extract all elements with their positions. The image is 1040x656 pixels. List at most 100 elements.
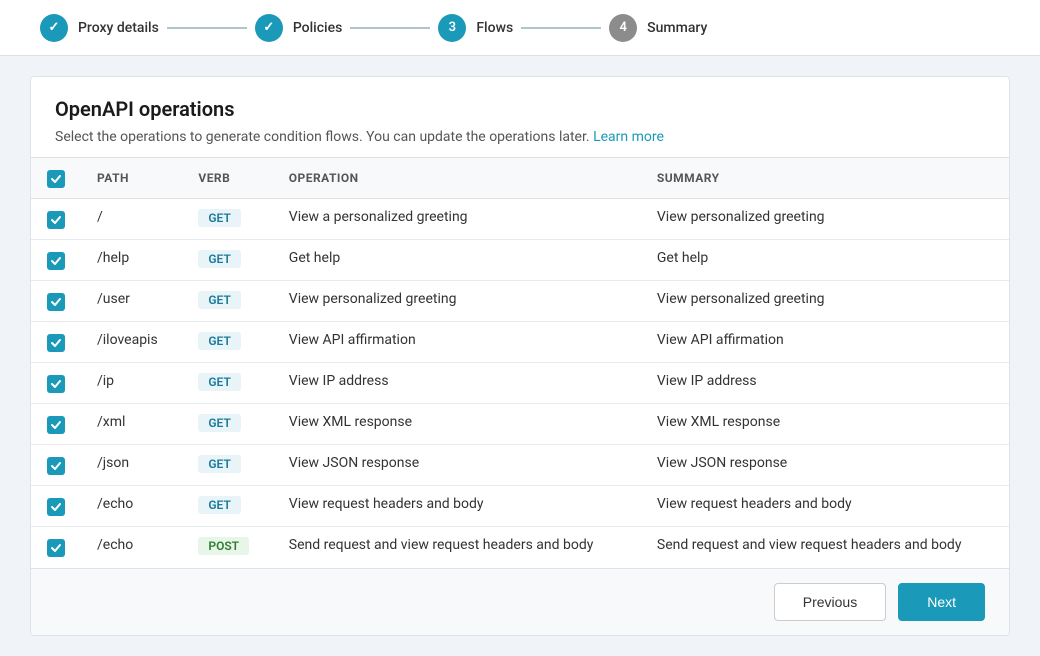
step-connector-2	[350, 27, 430, 29]
row-operation: View a personalized greeting	[273, 199, 641, 240]
row-checkbox-cell	[31, 404, 81, 445]
row-summary: View IP address	[641, 363, 1009, 404]
row-path: /user	[81, 281, 182, 322]
row-checkbox-1[interactable]	[47, 252, 65, 270]
table-row: /iloveapis GET View API affirmation View…	[31, 322, 1009, 363]
table-body: / GET View a personalized greeting View …	[31, 199, 1009, 568]
row-summary: View personalized greeting	[641, 281, 1009, 322]
table-row: /json GET View JSON response View JSON r…	[31, 445, 1009, 486]
table-head: PATH VERB OPERATION SUMMARY	[31, 158, 1009, 199]
row-path: /echo	[81, 486, 182, 527]
step-summary[interactable]: 4 Summary	[609, 14, 707, 42]
card-title: OpenAPI operations	[55, 97, 985, 121]
step-flows[interactable]: 3 Flows	[438, 14, 513, 42]
table-row: /help GET Get help Get help	[31, 240, 1009, 281]
row-checkbox-cell	[31, 281, 81, 322]
row-path: /help	[81, 240, 182, 281]
operations-table: PATH VERB OPERATION SUMMARY	[31, 158, 1009, 567]
row-operation: View request headers and body	[273, 486, 641, 527]
verb-badge: GET	[198, 291, 240, 309]
row-summary: View JSON response	[641, 445, 1009, 486]
step-circle-policies: ✓	[255, 14, 283, 42]
row-checkbox-cell	[31, 486, 81, 527]
row-checkbox-3[interactable]	[47, 334, 65, 352]
next-button[interactable]: Next	[898, 583, 985, 621]
row-verb: GET	[182, 486, 272, 527]
verb-badge: GET	[198, 332, 240, 350]
step-connector-3	[521, 27, 601, 29]
row-operation: View XML response	[273, 404, 641, 445]
step-label-flows: Flows	[476, 20, 513, 36]
table-row: /echo POST Send request and view request…	[31, 527, 1009, 568]
step-label-summary: Summary	[647, 20, 707, 36]
row-checkbox-6[interactable]	[47, 457, 65, 475]
row-verb: GET	[182, 199, 272, 240]
verb-badge: GET	[198, 209, 240, 227]
step-label-policies: Policies	[293, 20, 343, 36]
card-subtitle: Select the operations to generate condit…	[55, 129, 985, 145]
col-summary: SUMMARY	[641, 158, 1009, 199]
row-path: /	[81, 199, 182, 240]
select-all-checkbox[interactable]	[47, 170, 65, 188]
row-checkbox-2[interactable]	[47, 293, 65, 311]
table-row: /user GET View personalized greeting Vie…	[31, 281, 1009, 322]
row-checkbox-cell	[31, 199, 81, 240]
operations-card: OpenAPI operations Select the operations…	[30, 76, 1010, 636]
step-circle-proxy-details: ✓	[40, 14, 68, 42]
verb-badge: GET	[198, 373, 240, 391]
row-operation: View personalized greeting	[273, 281, 641, 322]
row-checkbox-cell	[31, 445, 81, 486]
main-content: OpenAPI operations Select the operations…	[0, 56, 1040, 656]
learn-more-link[interactable]: Learn more	[593, 129, 664, 145]
row-verb: GET	[182, 240, 272, 281]
row-checkbox-4[interactable]	[47, 375, 65, 393]
row-checkbox-0[interactable]	[47, 211, 65, 229]
row-path: /xml	[81, 404, 182, 445]
header-row: PATH VERB OPERATION SUMMARY	[31, 158, 1009, 199]
step-label-proxy-details: Proxy details	[78, 20, 159, 36]
row-summary: Get help	[641, 240, 1009, 281]
col-checkbox	[31, 158, 81, 199]
row-verb: GET	[182, 404, 272, 445]
step-connector-1	[167, 27, 247, 29]
row-path: /json	[81, 445, 182, 486]
table-row: /xml GET View XML response View XML resp…	[31, 404, 1009, 445]
verb-badge: GET	[198, 496, 240, 514]
row-verb: GET	[182, 322, 272, 363]
row-checkbox-8[interactable]	[47, 539, 65, 557]
step-proxy-details[interactable]: ✓ Proxy details	[40, 14, 159, 42]
row-summary: Send request and view request headers an…	[641, 527, 1009, 568]
row-operation: Get help	[273, 240, 641, 281]
row-verb: GET	[182, 445, 272, 486]
row-verb: GET	[182, 363, 272, 404]
row-summary: View API affirmation	[641, 322, 1009, 363]
row-checkbox-cell	[31, 240, 81, 281]
col-path: PATH	[81, 158, 182, 199]
row-checkbox-7[interactable]	[47, 498, 65, 516]
card-header: OpenAPI operations Select the operations…	[31, 77, 1009, 157]
row-verb: GET	[182, 281, 272, 322]
row-summary: View XML response	[641, 404, 1009, 445]
step-circle-summary: 4	[609, 14, 637, 42]
table-row: /ip GET View IP address View IP address	[31, 363, 1009, 404]
row-path: /iloveapis	[81, 322, 182, 363]
row-operation: View IP address	[273, 363, 641, 404]
step-circle-flows: 3	[438, 14, 466, 42]
row-operation: Send request and view request headers an…	[273, 527, 641, 568]
table-row: /echo GET View request headers and body …	[31, 486, 1009, 527]
col-verb: VERB	[182, 158, 272, 199]
row-operation: View JSON response	[273, 445, 641, 486]
stepper: ✓ Proxy details ✓ Policies 3 Flows 4 Sum…	[0, 0, 1040, 56]
row-path: /ip	[81, 363, 182, 404]
verb-badge: GET	[198, 250, 240, 268]
row-checkbox-cell	[31, 527, 81, 568]
verb-badge: GET	[198, 455, 240, 473]
footer: Previous Next	[31, 568, 1009, 635]
row-summary: View request headers and body	[641, 486, 1009, 527]
previous-button[interactable]: Previous	[774, 583, 886, 621]
col-operation: OPERATION	[273, 158, 641, 199]
row-operation: View API affirmation	[273, 322, 641, 363]
step-policies[interactable]: ✓ Policies	[255, 14, 343, 42]
row-checkbox-cell	[31, 363, 81, 404]
row-checkbox-5[interactable]	[47, 416, 65, 434]
